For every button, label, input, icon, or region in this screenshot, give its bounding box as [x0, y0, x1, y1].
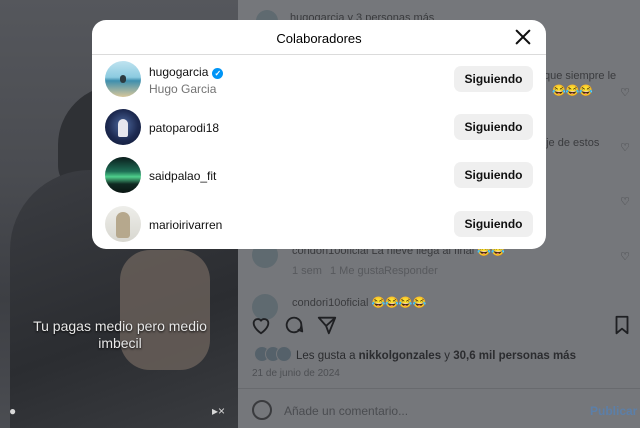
collaborator-username[interactable]: saidpalao_fit	[149, 169, 216, 183]
collaborator-full-name: Hugo Garcia	[149, 82, 217, 96]
comment-emoji-1: 😂😂😂	[552, 85, 594, 97]
avatar[interactable]	[105, 157, 141, 193]
likes-summary[interactable]: Les gusta a nikkolgonzales y 30,6 mil pe…	[296, 350, 576, 362]
bookmark-icon[interactable]	[611, 314, 633, 336]
liked-by-avatars	[254, 346, 294, 362]
heart-icon[interactable]: ♡	[620, 141, 630, 154]
comment-text-4: condori10oficial 😂😂😂😂	[292, 297, 427, 309]
heart-icon[interactable]	[250, 314, 272, 336]
collaborators-dialog: Colaboradores hugogarcia ✓ Hugo Garcia Si…	[92, 20, 546, 249]
comment-time: 1 sem	[292, 265, 322, 277]
collaborator-username[interactable]: patoparodi18	[149, 121, 219, 135]
emoji-icon[interactable]	[252, 400, 272, 420]
following-button[interactable]: Siguiendo	[454, 211, 533, 237]
comment-likes[interactable]: 1 Me gusta	[330, 265, 384, 277]
comment-text-1: que siempre le	[544, 70, 617, 82]
comment-text-2: aje de estos	[540, 137, 600, 149]
collaborator-row: patoparodi18 Siguiendo	[92, 103, 546, 151]
collaborator-row: saidpalao_fit Siguiendo	[92, 151, 546, 199]
dialog-header: Colaboradores	[92, 20, 546, 55]
video-person-hand	[120, 250, 210, 370]
avatar[interactable]	[105, 61, 141, 97]
likes-count[interactable]: 30,6 mil personas más	[453, 350, 576, 362]
verified-icon: ✓	[212, 68, 224, 79]
mute-icon[interactable]: ▸×	[212, 404, 225, 418]
video-caption: Tu pagas medio pero medio imbecil	[33, 318, 207, 351]
collaborator-row: marioirivarren Siguiendo	[92, 200, 546, 248]
collaborator-username[interactable]: hugogarcia ✓	[149, 65, 224, 79]
following-button[interactable]: Siguiendo	[454, 114, 533, 140]
heart-icon[interactable]: ♡	[620, 195, 630, 208]
share-icon[interactable]	[316, 314, 338, 336]
comment-icon[interactable]	[283, 314, 305, 336]
user-icon[interactable]: ●	[9, 404, 16, 418]
avatar[interactable]	[105, 206, 141, 242]
post-date: 21 de junio de 2024	[252, 368, 340, 379]
avatar[interactable]	[105, 109, 141, 145]
comment-input[interactable]: Añade un comentario...	[284, 404, 408, 418]
following-button[interactable]: Siguiendo	[454, 162, 533, 188]
heart-icon[interactable]: ♡	[620, 250, 630, 263]
reply-link[interactable]: Responder	[384, 265, 438, 277]
liked-by-user[interactable]: nikkolgonzales	[359, 350, 441, 362]
close-icon[interactable]	[512, 26, 534, 48]
dialog-title: Colaboradores	[276, 31, 362, 46]
heart-icon[interactable]: ♡	[620, 86, 630, 99]
divider	[238, 388, 640, 389]
collaborator-username[interactable]: marioirivarren	[149, 218, 222, 232]
collaborator-row: hugogarcia ✓ Hugo Garcia Siguiendo	[92, 55, 546, 103]
following-button[interactable]: Siguiendo	[454, 66, 533, 92]
publish-button[interactable]: Publicar	[590, 404, 637, 418]
